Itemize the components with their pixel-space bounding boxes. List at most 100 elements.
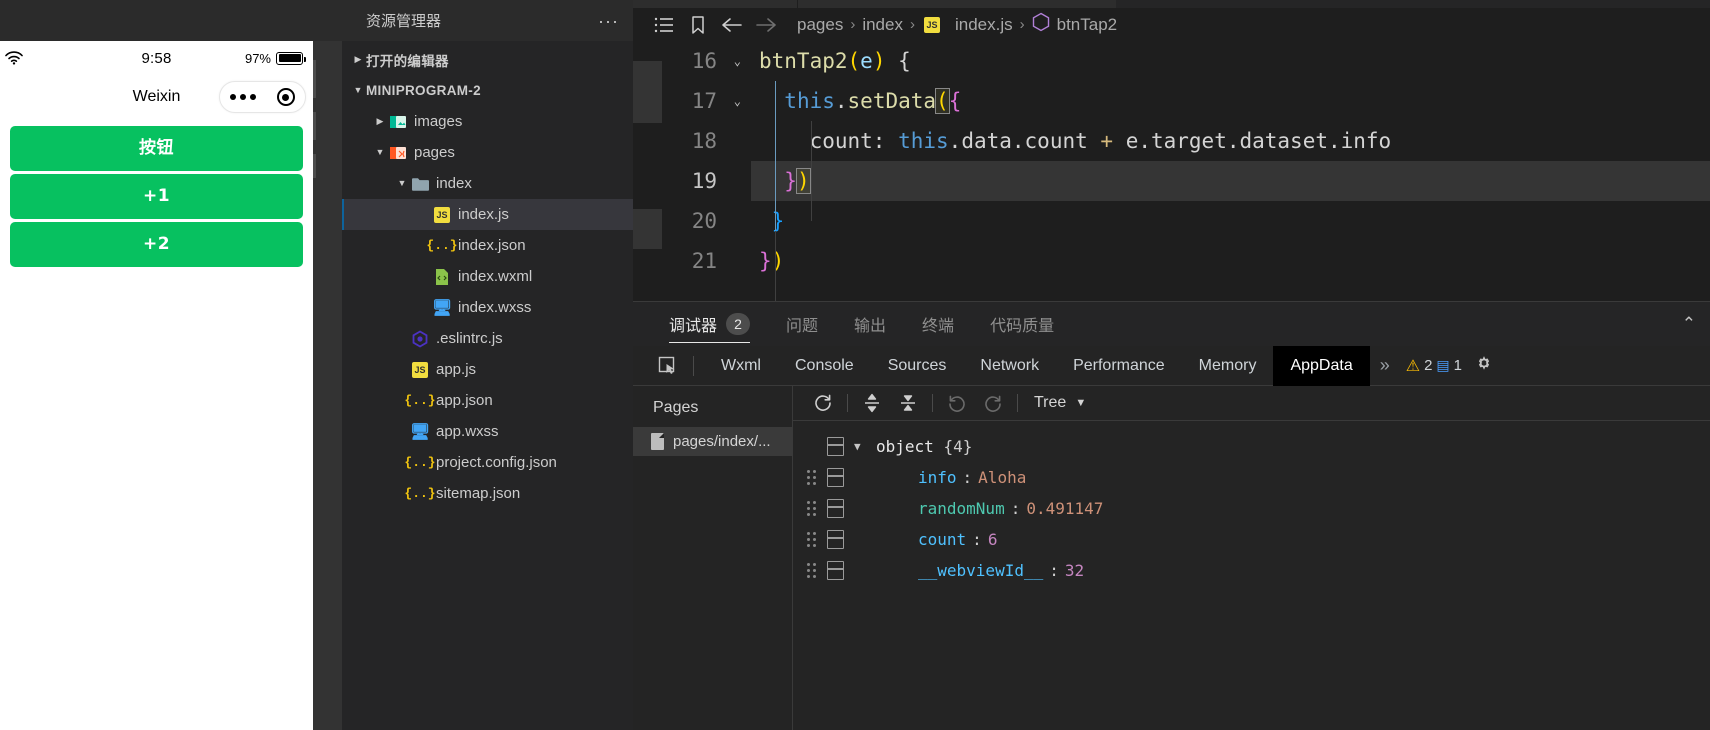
- breadcrumb-item-pages[interactable]: pages: [797, 15, 843, 35]
- panel-tab-label: 终端: [922, 318, 955, 335]
- appdata-tree[interactable]: ▼ object {4} info: Aloha randomNum:0.491147 c…: [793, 421, 1710, 730]
- breadcrumb-item-index[interactable]: index: [862, 15, 903, 35]
- ellipsis-icon[interactable]: ···: [598, 12, 619, 30]
- js-file-icon: JS: [410, 361, 430, 379]
- json-file-icon: {..}: [404, 486, 436, 501]
- devtools-tab-wxml[interactable]: Wxml: [704, 346, 778, 386]
- file-tree-item-pages[interactable]: ▼ pages: [342, 137, 633, 168]
- file-tree-item-app-json[interactable]: {..} app.json: [342, 385, 633, 416]
- activity-bar[interactable]: [313, 0, 342, 730]
- panel-tab-4[interactable]: 代码质量: [972, 302, 1072, 347]
- fold-chevron-icon[interactable]: ⌄: [734, 81, 741, 121]
- drag-handle[interactable]: [803, 501, 819, 517]
- wx-button-0[interactable]: 按钮: [10, 126, 303, 171]
- appdata-root-row[interactable]: ▼ object {4}: [793, 431, 1710, 462]
- list-icon[interactable]: [647, 16, 681, 34]
- file-tree-item-project-config-json[interactable]: {..} project.config.json: [342, 447, 633, 478]
- chevron-down-icon[interactable]: ▼: [854, 440, 876, 453]
- panel-tab-1[interactable]: 问题: [768, 302, 836, 347]
- file-tree-item-images[interactable]: ▶ images: [342, 106, 633, 137]
- file-tree-item-label: .eslintrc.js: [436, 330, 503, 347]
- bookmark-icon[interactable]: [681, 15, 715, 35]
- drag-handle[interactable]: [803, 470, 819, 486]
- devtools-tab-memory[interactable]: Memory: [1182, 346, 1274, 386]
- file-tree-item-index[interactable]: ▼ index: [342, 168, 633, 199]
- refresh-icon[interactable]: [805, 388, 841, 418]
- appdata-value[interactable]: Aloha: [978, 468, 1026, 487]
- undo-icon[interactable]: [939, 388, 975, 418]
- inspect-element-icon[interactable]: [651, 352, 685, 380]
- breadcrumb-item-file[interactable]: index.js: [955, 15, 1013, 35]
- file-tree-item-index-js[interactable]: JS index.js: [342, 199, 633, 230]
- file-tree-item-index-json[interactable]: {..} index.json: [342, 230, 633, 261]
- editor-tab-strip[interactable]: [633, 0, 1710, 8]
- file-tree-item-miniprogram-2[interactable]: ▼ MINIPROGRAM-2: [342, 75, 633, 106]
- file-tree-item-index-wxml[interactable]: index.wxml: [342, 261, 633, 292]
- collapse-all-icon[interactable]: [890, 388, 926, 418]
- editor-overview-ruler[interactable]: [633, 41, 662, 301]
- file-tree-item-app-wxss[interactable]: 🖥 app.wxss: [342, 416, 633, 447]
- editor-code[interactable]: btnTap2(e) { this.setData({ count: this.…: [751, 41, 1710, 301]
- devtools-tab-network[interactable]: Network: [963, 346, 1056, 386]
- appdata-toolbar[interactable]: Tree ▼: [793, 386, 1710, 421]
- panel-tab-3[interactable]: 终端: [904, 302, 972, 347]
- drag-handle[interactable]: [803, 532, 819, 548]
- breadcrumb-item-symbol[interactable]: btnTap2: [1057, 15, 1118, 35]
- devtools-tab-bar[interactable]: Wxml Console Sources Network Performance Memo…: [633, 346, 1710, 386]
- devtools-tab-console[interactable]: Console: [778, 346, 871, 386]
- line-number-label: 18: [691, 129, 717, 153]
- file-tree-item-label: sitemap.json: [436, 485, 521, 502]
- file-tree-item-index-wxss[interactable]: 🖥 index.wxss: [342, 292, 633, 323]
- wx-button-2[interactable]: +2: [10, 222, 303, 267]
- file-tree-item--eslintrc-js[interactable]: .eslintrc.js: [342, 323, 633, 354]
- chevron-right-icon[interactable]: ▶: [350, 55, 366, 64]
- appdata-row-info[interactable]: info: Aloha: [793, 462, 1710, 493]
- panel-tab-2[interactable]: 输出: [836, 302, 904, 347]
- drag-handle[interactable]: [803, 563, 819, 579]
- appdata-row-webviewId[interactable]: __webviewId__:32: [793, 555, 1710, 586]
- file-tree-item-app-js[interactable]: JS app.js: [342, 354, 633, 385]
- wx-button-1[interactable]: +1: [10, 174, 303, 219]
- expand-all-icon[interactable]: [854, 388, 890, 418]
- fold-chevron-icon[interactable]: ⌄: [734, 41, 741, 81]
- appdata-row-count[interactable]: count:6: [793, 524, 1710, 555]
- data-view-mode-select[interactable]: Tree ▼: [1034, 394, 1086, 412]
- panel-tab-bar[interactable]: 调试器 2 问题 输出 终端 代码质量 ⌃: [633, 301, 1710, 346]
- file-tree[interactable]: ▶ 打开的编辑器 ▼ MINIPROGRAM-2 ▶ images ▼ pages ▼ index…: [342, 41, 633, 730]
- devtools-tab-sources[interactable]: Sources: [871, 346, 964, 386]
- file-tree-item-label: index.wxml: [458, 268, 533, 285]
- more-dots-icon[interactable]: [230, 94, 257, 100]
- redo-icon[interactable]: [975, 388, 1011, 418]
- arrow-right-icon[interactable]: [749, 16, 783, 34]
- arrow-left-icon[interactable]: [715, 16, 749, 34]
- devtools-tab-performance[interactable]: Performance: [1056, 346, 1182, 386]
- appdata-value[interactable]: 32: [1065, 561, 1084, 580]
- appdata-value[interactable]: 0.491147: [1026, 499, 1103, 518]
- file-tree-item-sitemap-json[interactable]: {..} sitemap.json: [342, 478, 633, 509]
- gear-icon[interactable]: [1474, 353, 1494, 379]
- appdata-row-randomNum[interactable]: randomNum:0.491147: [793, 493, 1710, 524]
- file-tree-item-label: index.wxss: [458, 299, 532, 316]
- devtools-tab-appdata[interactable]: AppData: [1273, 346, 1370, 386]
- devtools-status[interactable]: ⚠ 2 ▤ 1: [1406, 356, 1462, 376]
- double-chevron-right-icon[interactable]: »: [1370, 355, 1400, 376]
- code-line-18: count: this.data.count + e.target.datase…: [809, 129, 1392, 153]
- panel-tab-0[interactable]: 调试器 2: [651, 302, 768, 347]
- chevron-down-icon[interactable]: ▼: [372, 148, 388, 157]
- file-tree-item-------[interactable]: ▶ 打开的编辑器: [342, 44, 633, 75]
- breadcrumb[interactable]: pages › index › JS index.js › btnTap2: [633, 8, 1710, 41]
- target-circle-icon[interactable]: [276, 88, 295, 106]
- pages-list-item[interactable]: pages/index/...: [633, 427, 792, 456]
- code-line-16: btnTap2(e) {: [759, 49, 911, 73]
- code-line-21: }): [759, 249, 785, 273]
- code-editor[interactable]: 16 ⌄ 17 ⌄ 18 19 20 21 btnTap2(e) { this.setData…: [633, 41, 1710, 301]
- file-tree-item-label: project.config.json: [436, 454, 557, 471]
- chevron-right-icon[interactable]: ▶: [372, 117, 388, 126]
- chevron-up-icon[interactable]: ⌃: [1682, 314, 1696, 334]
- chevron-down-icon[interactable]: ▼: [350, 86, 366, 95]
- chevron-down-icon[interactable]: ▼: [394, 179, 410, 188]
- file-tree-item-label: app.js: [436, 361, 477, 378]
- appdata-value[interactable]: 6: [988, 530, 998, 549]
- capsule-button-group[interactable]: [219, 81, 306, 113]
- breadcrumb-crumbs[interactable]: pages › index › JS index.js › btnTap2: [797, 12, 1117, 37]
